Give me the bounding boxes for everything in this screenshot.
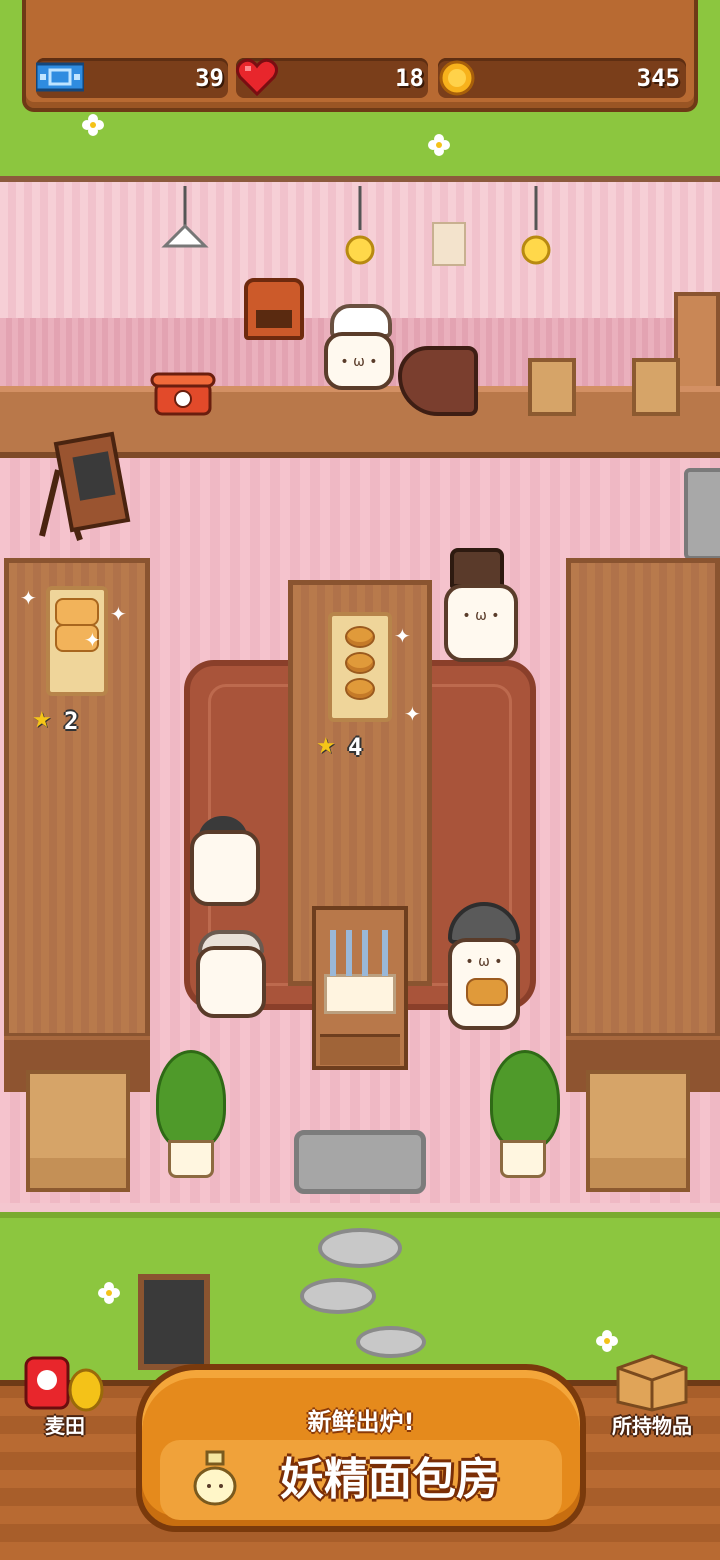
heart-icon	[235, 58, 279, 97]
wheat-field-icon[interactable]	[22, 1354, 108, 1412]
top-lawn	[0, 112, 720, 176]
coin-icon	[438, 60, 476, 96]
flower-icon	[98, 1282, 120, 1304]
ticket-icon	[34, 62, 86, 92]
crate	[26, 1070, 130, 1192]
customer-top-hat[interactable]: • ω •	[444, 584, 518, 662]
potted-plant-icon	[156, 1050, 226, 1150]
milk-bottle-icon	[190, 1450, 240, 1506]
customer-bowler-hat[interactable]	[190, 830, 260, 906]
flower-icon	[82, 114, 104, 136]
coins-value: 345	[636, 64, 680, 92]
box	[632, 358, 680, 416]
menu-signboard-icon[interactable]	[36, 430, 132, 542]
ceiling-lamp-icon	[160, 186, 210, 254]
hearts-value: 18	[395, 64, 424, 92]
telephone-icon[interactable]	[150, 368, 222, 418]
stepping-stone	[300, 1278, 376, 1314]
flower-icon	[428, 134, 450, 156]
center-table-star-count: 4	[348, 733, 363, 761]
sparkle-icon: ✦	[404, 702, 421, 726]
plant-pot	[168, 1140, 214, 1178]
doormat	[294, 1130, 426, 1194]
stepping-stone	[356, 1326, 426, 1358]
crate	[586, 1070, 690, 1192]
bun-tray-center[interactable]	[328, 612, 392, 722]
flour-bag	[398, 346, 478, 416]
sparkle-icon: ✦	[84, 628, 101, 652]
box	[528, 358, 576, 416]
sparkle-icon: ✦	[20, 586, 37, 610]
inventory-label[interactable]: 所持物品	[598, 1412, 706, 1440]
side-door[interactable]	[684, 468, 720, 560]
customer-flat-cap[interactable]	[196, 946, 266, 1018]
potted-plant-icon	[490, 1050, 560, 1150]
top-hat	[450, 548, 504, 588]
sparkle-icon: ✦	[394, 624, 411, 648]
sparkle-icon: ✦	[110, 602, 127, 626]
star-icon: ★	[316, 734, 336, 759]
game-title: 妖精面包房	[280, 1454, 500, 1505]
chef-character[interactable]: • ω •	[324, 332, 394, 390]
plant-pot	[500, 1140, 546, 1178]
customer-with-bread[interactable]: • ω •	[448, 938, 520, 1030]
star-icon: ★	[32, 708, 52, 733]
flower-icon	[596, 1330, 618, 1352]
stepping-stone	[318, 1228, 402, 1268]
register-desk[interactable]	[312, 906, 408, 1070]
tickets-value: 39	[195, 64, 224, 92]
wheat-field-label[interactable]: 麦田	[20, 1412, 110, 1440]
left-table-star-count: 2	[64, 707, 79, 735]
hanging-bulb-icon	[520, 186, 552, 272]
display-table-right[interactable]	[566, 558, 720, 1038]
oven-icon[interactable]	[244, 278, 304, 340]
hanging-bulb-icon	[344, 186, 376, 272]
inventory-box-icon[interactable]	[612, 1352, 692, 1412]
wall-note	[432, 222, 466, 266]
outdoor-chalkboard-icon[interactable]	[138, 1274, 210, 1370]
title-subtitle: 新鲜出炉!	[307, 1408, 415, 1436]
